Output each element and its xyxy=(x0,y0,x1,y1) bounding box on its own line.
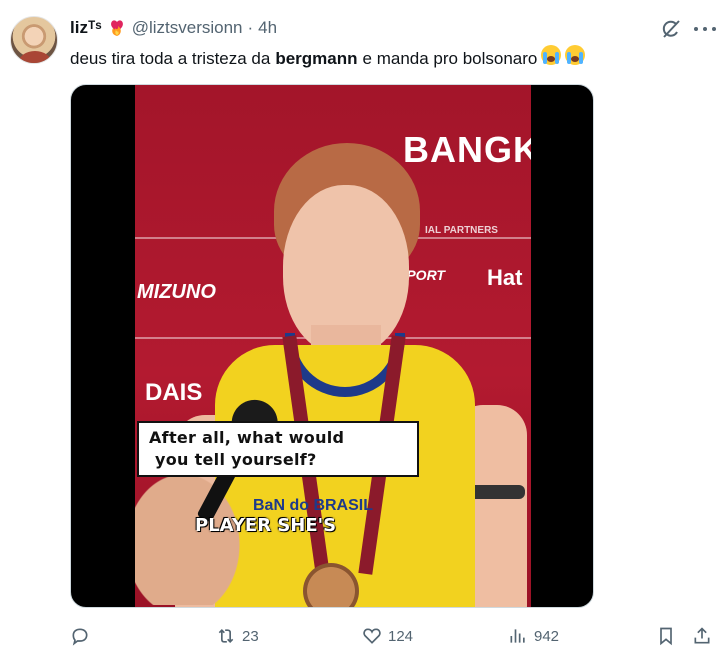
bookmark-button[interactable] xyxy=(656,622,676,650)
video-caption: After all, what would you tell yourself? xyxy=(137,421,419,477)
crying-face-emoji xyxy=(540,44,588,73)
heart-on-fire-icon xyxy=(107,18,127,38)
tweet-text-bold: bergmann xyxy=(275,48,358,68)
banner-daisy: DAIS xyxy=(145,379,203,406)
views-icon xyxy=(510,629,525,643)
like-button[interactable]: 124 xyxy=(362,622,413,650)
video-player[interactable]: BANGK IAL PARTNERS MIZUNO SPORT Hat DAIS… xyxy=(70,84,594,608)
share-button[interactable] xyxy=(692,622,712,650)
reply-icon xyxy=(72,628,88,646)
tweet-text-before: deus tira toda a tristeza da xyxy=(70,48,271,68)
retweet-button[interactable]: 23 xyxy=(216,622,259,650)
caption-line-1: After all, what would xyxy=(149,428,345,447)
views-count: 942 xyxy=(534,627,560,645)
tweet-header: lizᵀˢ @liztsversionn · 4h xyxy=(70,16,277,40)
author-name[interactable]: lizᵀˢ xyxy=(70,18,102,38)
bookmark-icon xyxy=(660,627,672,646)
more-icon[interactable] xyxy=(694,18,716,40)
banner-hat: Hat xyxy=(487,265,523,290)
views-button[interactable]: 942 xyxy=(508,622,559,650)
separator-dot: · xyxy=(247,18,254,37)
tweet-text-after: e manda pro bolsonaro xyxy=(362,48,538,68)
timestamp[interactable]: 4h xyxy=(258,18,277,38)
video-subtitle: PLAYER SHE'S xyxy=(195,515,337,536)
jersey-brand: BaN do BRASIL xyxy=(253,497,373,514)
like-count: 124 xyxy=(388,627,414,645)
caption-line-2: you tell yourself? xyxy=(155,450,317,469)
grok-icon[interactable] xyxy=(660,18,682,40)
retweet-count: 23 xyxy=(242,627,259,645)
action-bar: 23 124 942 xyxy=(70,622,720,650)
retweet-icon xyxy=(218,628,234,644)
tweet-text: deus tira toda a tristeza da bergmann e … xyxy=(70,44,588,73)
author-handle[interactable]: @liztsversionn xyxy=(132,18,243,38)
tweet[interactable]: lizᵀˢ @liztsversionn · 4h deus tira toda… xyxy=(0,0,726,666)
avatar[interactable] xyxy=(10,16,58,64)
heart-icon xyxy=(363,628,381,644)
banner-partners: IAL PARTNERS xyxy=(425,225,498,236)
banner-mizuno: MIZUNO xyxy=(137,281,216,303)
banner-bangk: BANGK xyxy=(403,129,531,170)
share-icon xyxy=(694,627,710,644)
reply-button[interactable] xyxy=(70,622,96,650)
